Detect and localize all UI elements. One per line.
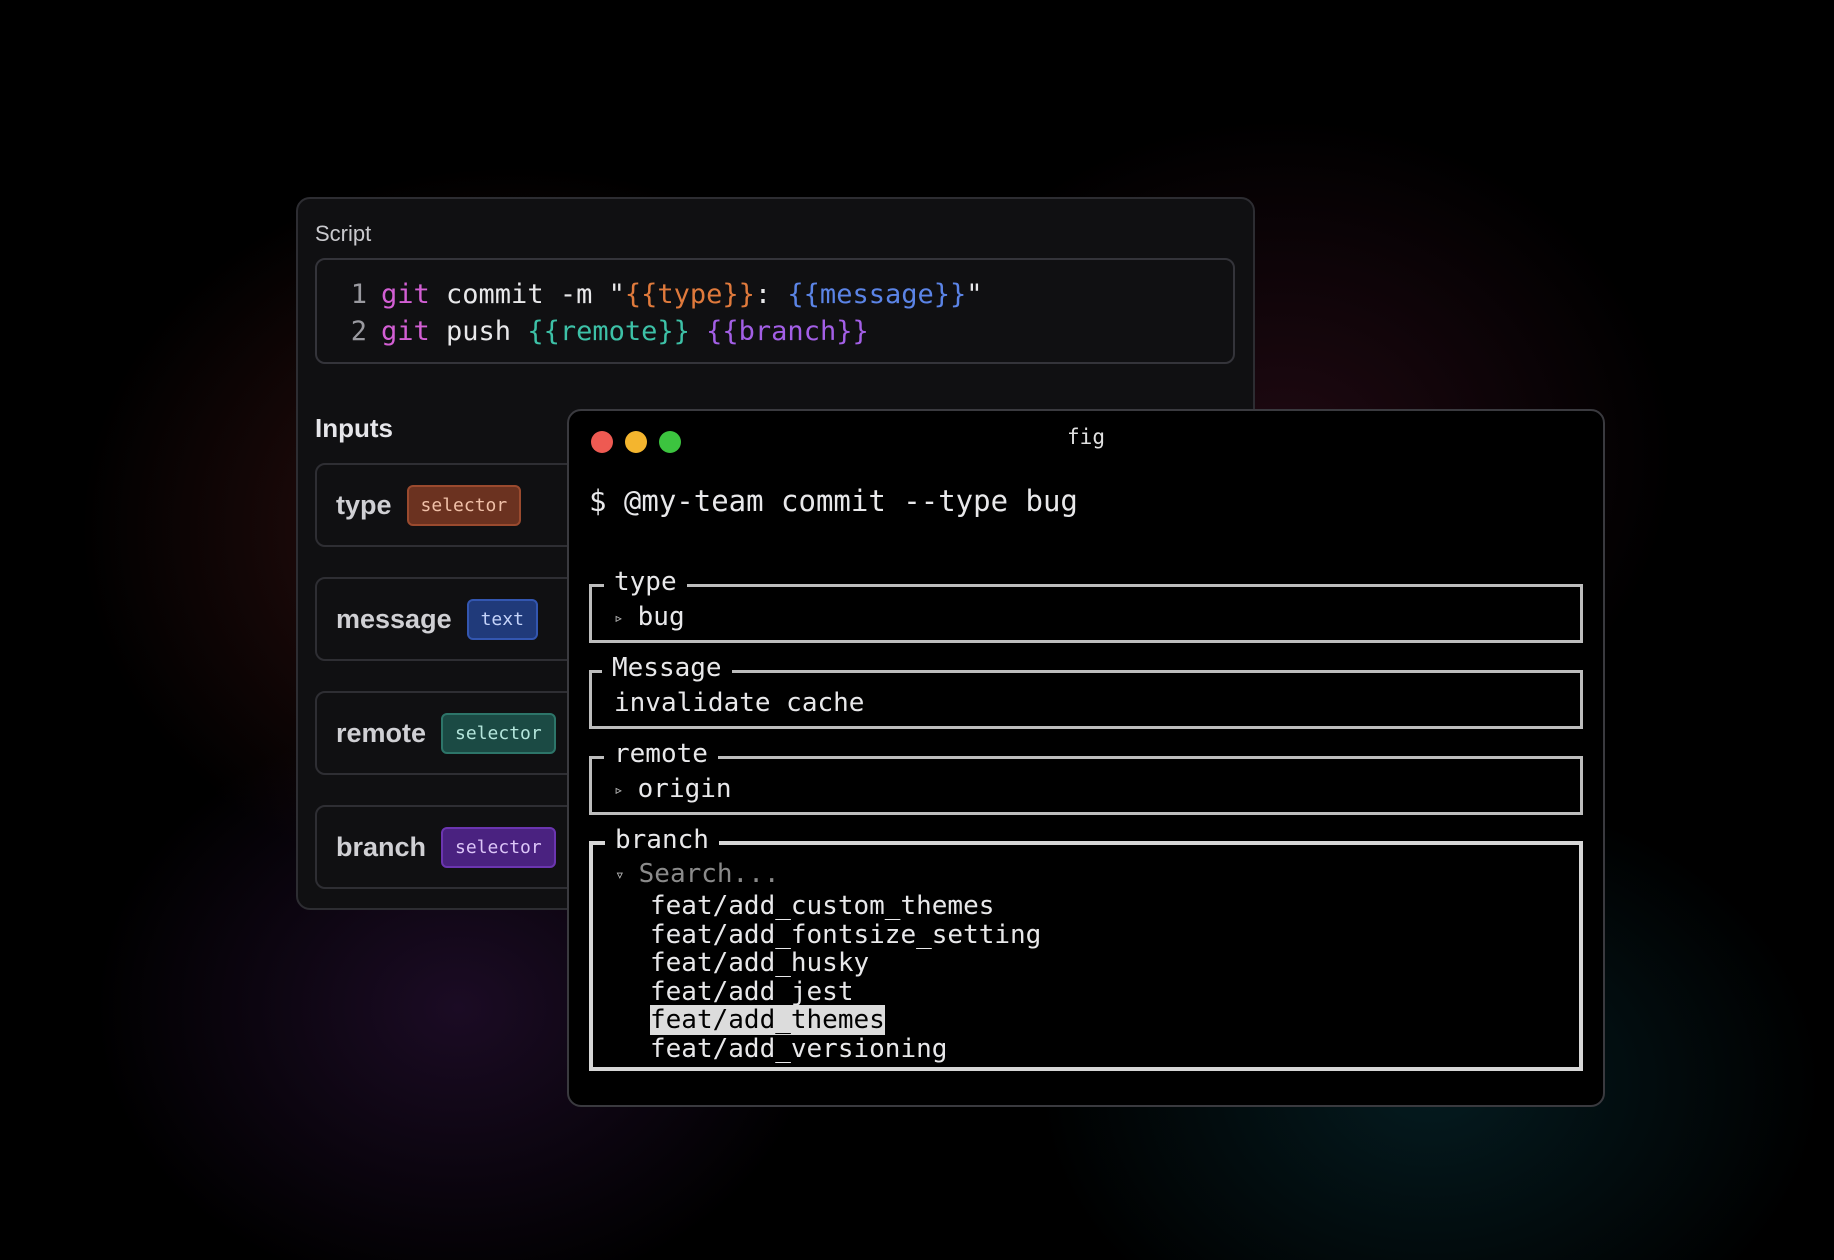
remote-field[interactable]: remote ▹ origin bbox=[589, 737, 1583, 815]
code-keyword: git bbox=[381, 279, 430, 310]
field-label: type bbox=[604, 565, 687, 599]
code-text: : bbox=[754, 279, 788, 310]
collapsed-caret-icon: ▹ bbox=[614, 780, 624, 799]
branch-options-list: feat/add_custom_themes feat/add_fontsize… bbox=[650, 892, 1041, 1064]
type-selected-value: bug bbox=[637, 602, 685, 632]
input-type-badge: selector bbox=[406, 484, 522, 526]
input-name: message bbox=[336, 603, 452, 634]
input-name: branch bbox=[336, 831, 427, 862]
message-field[interactable]: Message invalidate cache bbox=[589, 651, 1583, 729]
type-value: ▹ bug bbox=[614, 602, 685, 632]
input-name: remote bbox=[336, 717, 427, 748]
code-var-remote: {{remote}} bbox=[527, 316, 690, 347]
terminal-window: fig $ @my-team commit --type bug type ▹ b… bbox=[567, 409, 1605, 1107]
code-var-branch: {{branch}} bbox=[706, 316, 869, 347]
window-title: fig bbox=[1067, 425, 1105, 449]
remote-value: ▹ origin bbox=[614, 774, 732, 804]
collapsed-caret-icon: ▹ bbox=[614, 608, 624, 627]
code-var-type: {{type}} bbox=[624, 279, 755, 310]
script-editor[interactable]: 1 git commit -m "{{type}}: {{message}}" 2… bbox=[315, 258, 1235, 364]
line-number: 2 bbox=[350, 316, 367, 347]
input-name: type bbox=[336, 489, 392, 520]
branch-field[interactable]: branch ▿ Search... feat/add_custom_themes… bbox=[589, 823, 1583, 1071]
code-keyword: git bbox=[381, 316, 430, 347]
input-type-badge: text bbox=[466, 598, 538, 640]
inputs-label: Inputs bbox=[315, 413, 393, 443]
script-label: Script bbox=[315, 221, 372, 246]
code-line-2: 2 git push {{remote}} {{branch}} bbox=[317, 313, 1233, 350]
search-placeholder: Search... bbox=[638, 859, 780, 889]
input-type-badge: selector bbox=[441, 826, 556, 868]
field-label: Message bbox=[602, 651, 732, 685]
branch-option[interactable]: feat/add_versioning bbox=[650, 1035, 1041, 1064]
branch-option[interactable]: feat/add_husky bbox=[650, 949, 1041, 978]
field-label: remote bbox=[604, 737, 718, 771]
code-text: " bbox=[966, 279, 983, 310]
code-text: push bbox=[429, 316, 528, 347]
remote-selected-value: origin bbox=[637, 774, 732, 804]
type-field[interactable]: type ▹ bug bbox=[589, 565, 1583, 643]
line-number: 1 bbox=[350, 279, 367, 310]
branch-option-selected[interactable]: feat/add_themes bbox=[650, 1005, 1041, 1036]
code-var-message: {{message}} bbox=[787, 279, 967, 310]
command-prompt: $ @my-team commit --type bug bbox=[589, 484, 1078, 518]
code-line-1: 1 git commit -m "{{type}}: {{message}}" bbox=[317, 276, 1233, 313]
expanded-caret-icon: ▿ bbox=[615, 865, 625, 884]
code-text: commit -m " bbox=[429, 279, 625, 310]
branch-option[interactable]: feat/add_custom_themes bbox=[650, 892, 1041, 921]
message-value: invalidate cache bbox=[614, 688, 865, 718]
field-label: branch bbox=[605, 823, 719, 857]
branch-search-input[interactable]: ▿ Search... bbox=[615, 859, 780, 889]
input-type-badge: selector bbox=[441, 712, 556, 754]
branch-option[interactable]: feat/add_jest bbox=[650, 977, 1041, 1007]
branch-option[interactable]: feat/add_fontsize_setting bbox=[650, 920, 1041, 950]
